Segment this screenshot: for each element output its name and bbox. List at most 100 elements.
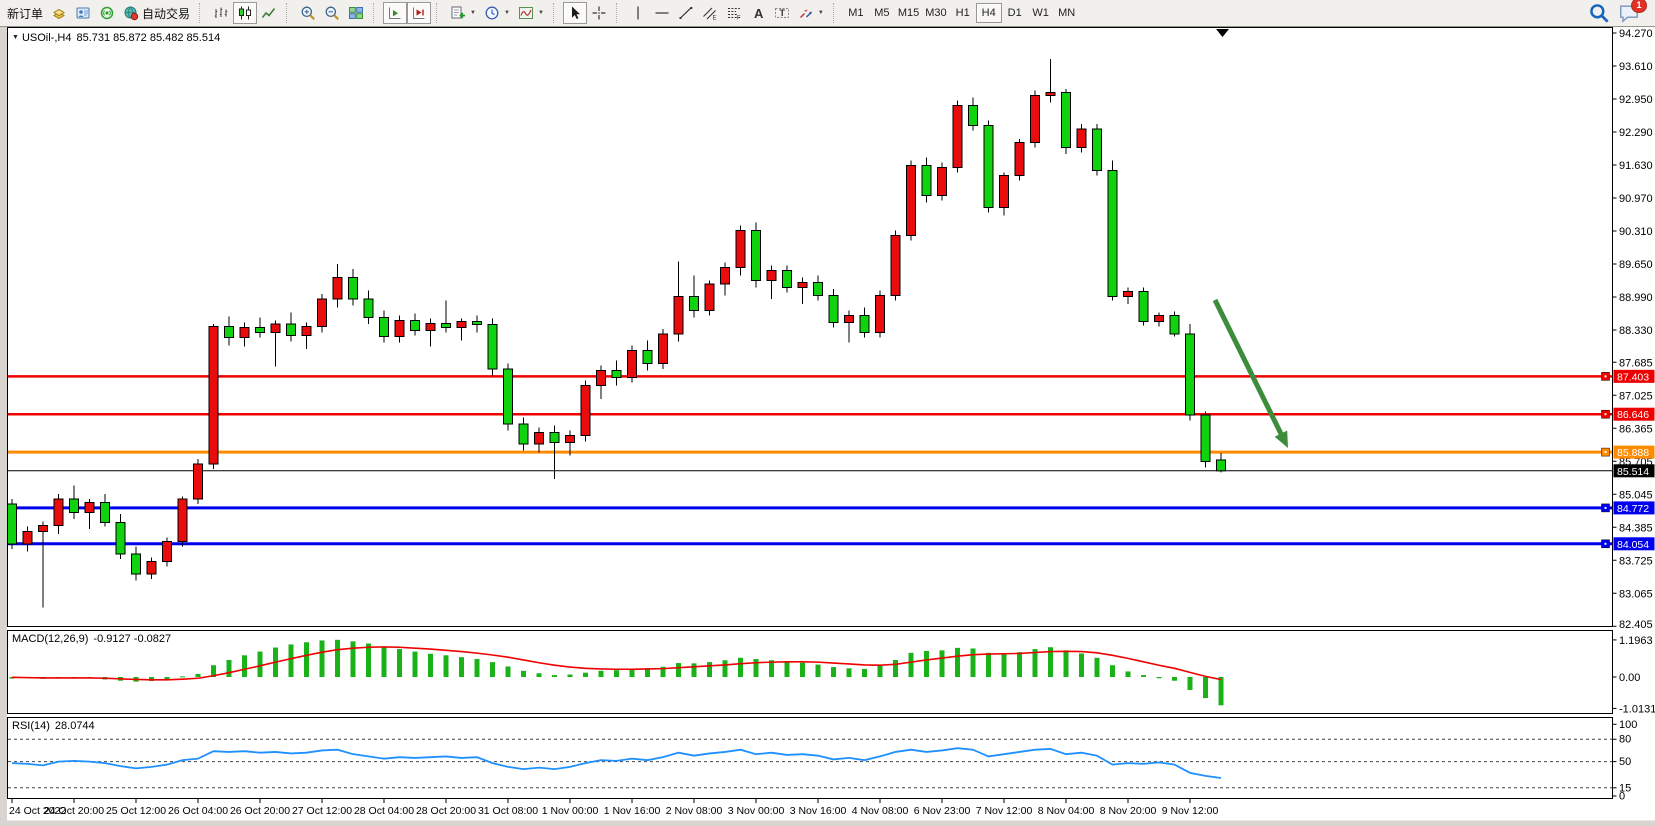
profiles-button[interactable]: ▼: [480, 2, 514, 24]
candle-body: [318, 299, 327, 327]
macd-histogram-bar: [1064, 650, 1069, 677]
price-axis-label: 88.330: [1619, 325, 1653, 337]
chart-menu-caret-icon[interactable]: ▼: [12, 34, 19, 41]
candle-body: [643, 351, 652, 364]
timeframe-m15-button[interactable]: M15: [895, 3, 922, 23]
candle-body: [178, 499, 187, 542]
timeframe-h1-button[interactable]: H1: [950, 3, 976, 23]
candle-body: [271, 324, 280, 333]
zoom-in-button[interactable]: [296, 2, 320, 24]
indicators-button[interactable]: ▼: [514, 2, 548, 24]
macd-histogram-bar: [1203, 677, 1208, 698]
autotrading-button[interactable]: 自动交易: [119, 2, 194, 24]
macd-histogram-bar: [1219, 677, 1224, 705]
svg-text:E: E: [712, 16, 716, 22]
notification-badge: 1: [1631, 0, 1647, 13]
horizontal-line-button[interactable]: [650, 2, 674, 24]
search-button[interactable]: [1588, 2, 1610, 24]
fibonacci-button[interactable]: F: [722, 2, 746, 24]
timeframe-mn-button[interactable]: MN: [1054, 3, 1080, 23]
timeframe-m5-button-label: M5: [874, 7, 889, 19]
timeframe-w1-button[interactable]: W1: [1028, 3, 1054, 23]
trendline-button[interactable]: [674, 2, 698, 24]
chart-canvas[interactable]: 94.27093.61092.95092.29091.63090.97090.3…: [0, 0, 1655, 826]
macd-histogram-bar: [459, 657, 464, 677]
dropdown-caret-icon[interactable]: ▼: [538, 10, 544, 16]
arrows-icon: [798, 5, 814, 21]
rsi-axis-label: 50: [1619, 756, 1631, 768]
new-order-button-label: 新订单: [7, 5, 43, 22]
navigator-button[interactable]: [71, 2, 95, 24]
macd-histogram-bar: [800, 663, 805, 677]
auto-scroll-button[interactable]: [383, 2, 407, 24]
dropdown-caret-icon[interactable]: ▼: [818, 10, 824, 16]
macd-histogram-bar: [1188, 677, 1193, 690]
macd-histogram-bar: [599, 671, 604, 677]
price-axis-label: 84.385: [1619, 522, 1653, 534]
candle-body: [256, 328, 265, 333]
macd-histogram-bar: [692, 663, 697, 677]
new-chart-button[interactable]: ▼: [446, 2, 480, 24]
rsi-indicator-label: RSI(14)28.0744: [12, 720, 100, 732]
candle-body: [411, 321, 420, 331]
equidistant-channel-button[interactable]: E: [698, 2, 722, 24]
time-axis-label: 4 Nov 08:00: [852, 805, 909, 817]
timeframe-d1-button[interactable]: D1: [1002, 3, 1028, 23]
price-axis-label: 83.065: [1619, 588, 1653, 600]
timeframe-m5-button[interactable]: M5: [869, 3, 895, 23]
candle-body: [1108, 171, 1117, 297]
price-axis-label: 88.990: [1619, 292, 1653, 304]
dropdown-caret-icon[interactable]: ▼: [470, 10, 476, 16]
macd-histogram-bar: [1002, 654, 1007, 677]
indicators-icon: [518, 5, 534, 21]
price-axis-label: 89.650: [1619, 259, 1653, 271]
zoom-out-button[interactable]: [320, 2, 344, 24]
crosshair-button[interactable]: [587, 2, 611, 24]
timeframe-m1-button-label: M1: [848, 7, 863, 19]
new-order-button[interactable]: 新订单: [3, 2, 47, 24]
cursor-icon: [567, 5, 583, 21]
chart-shift-button[interactable]: [407, 2, 431, 24]
macd-histogram-bar: [909, 653, 914, 677]
dropdown-caret-icon[interactable]: ▼: [504, 10, 510, 16]
market_watch-icon: [51, 5, 67, 21]
chart_shift-icon: [411, 5, 427, 21]
text-button[interactable]: A: [746, 2, 770, 24]
signals-button[interactable]: [95, 2, 119, 24]
candle-body: [1015, 143, 1024, 176]
candle-body: [519, 424, 528, 444]
price-axis-label: 86.365: [1619, 423, 1653, 435]
macd-pane[interactable]: [8, 631, 1613, 714]
macd-histogram-bar: [258, 652, 263, 677]
tile-windows-button[interactable]: [344, 2, 368, 24]
svg-text:A: A: [754, 6, 764, 21]
line-chart-button[interactable]: [257, 2, 281, 24]
rsi-value: 28.0744: [55, 720, 95, 732]
candlestick-chart-button[interactable]: [233, 2, 257, 24]
search-icon: [1588, 2, 1610, 24]
notifications-button[interactable]: 1: [1618, 2, 1640, 24]
rsi-pane[interactable]: [8, 718, 1613, 799]
rsi-axis-label: 80: [1619, 734, 1631, 746]
timeframe-m1-button[interactable]: M1: [843, 3, 869, 23]
bar-chart-button[interactable]: [209, 2, 233, 24]
candle-body: [798, 283, 807, 288]
macd-histogram-bar: [180, 676, 185, 677]
macd-histogram-bar: [428, 654, 433, 677]
rsi-axis-label: 0: [1619, 791, 1625, 803]
toolbar-separator: [833, 3, 839, 23]
timeframe-m30-button[interactable]: M30: [922, 3, 949, 23]
timeframe-h4-button[interactable]: H4: [976, 3, 1002, 23]
market-watch-button[interactable]: [47, 2, 71, 24]
toolbar: 新订单 自动交易 ▼ ▼ ▼ EFAT ▼ M1 M5 M15M30H1H4D1W1MN 1: [0, 0, 1655, 27]
macd-histogram-bar: [351, 641, 356, 677]
macd-histogram-bar: [971, 648, 976, 677]
arrows-button[interactable]: ▼: [794, 2, 828, 24]
text-label-button[interactable]: T: [770, 2, 794, 24]
vertical-line-button[interactable]: [626, 2, 650, 24]
cursor-button[interactable]: [563, 2, 587, 24]
price-axis-label: 92.290: [1619, 127, 1653, 139]
macd-histogram-bar: [227, 660, 232, 677]
time-axis-label: 25 Oct 12:00: [106, 805, 166, 817]
candle-body: [1186, 334, 1195, 415]
